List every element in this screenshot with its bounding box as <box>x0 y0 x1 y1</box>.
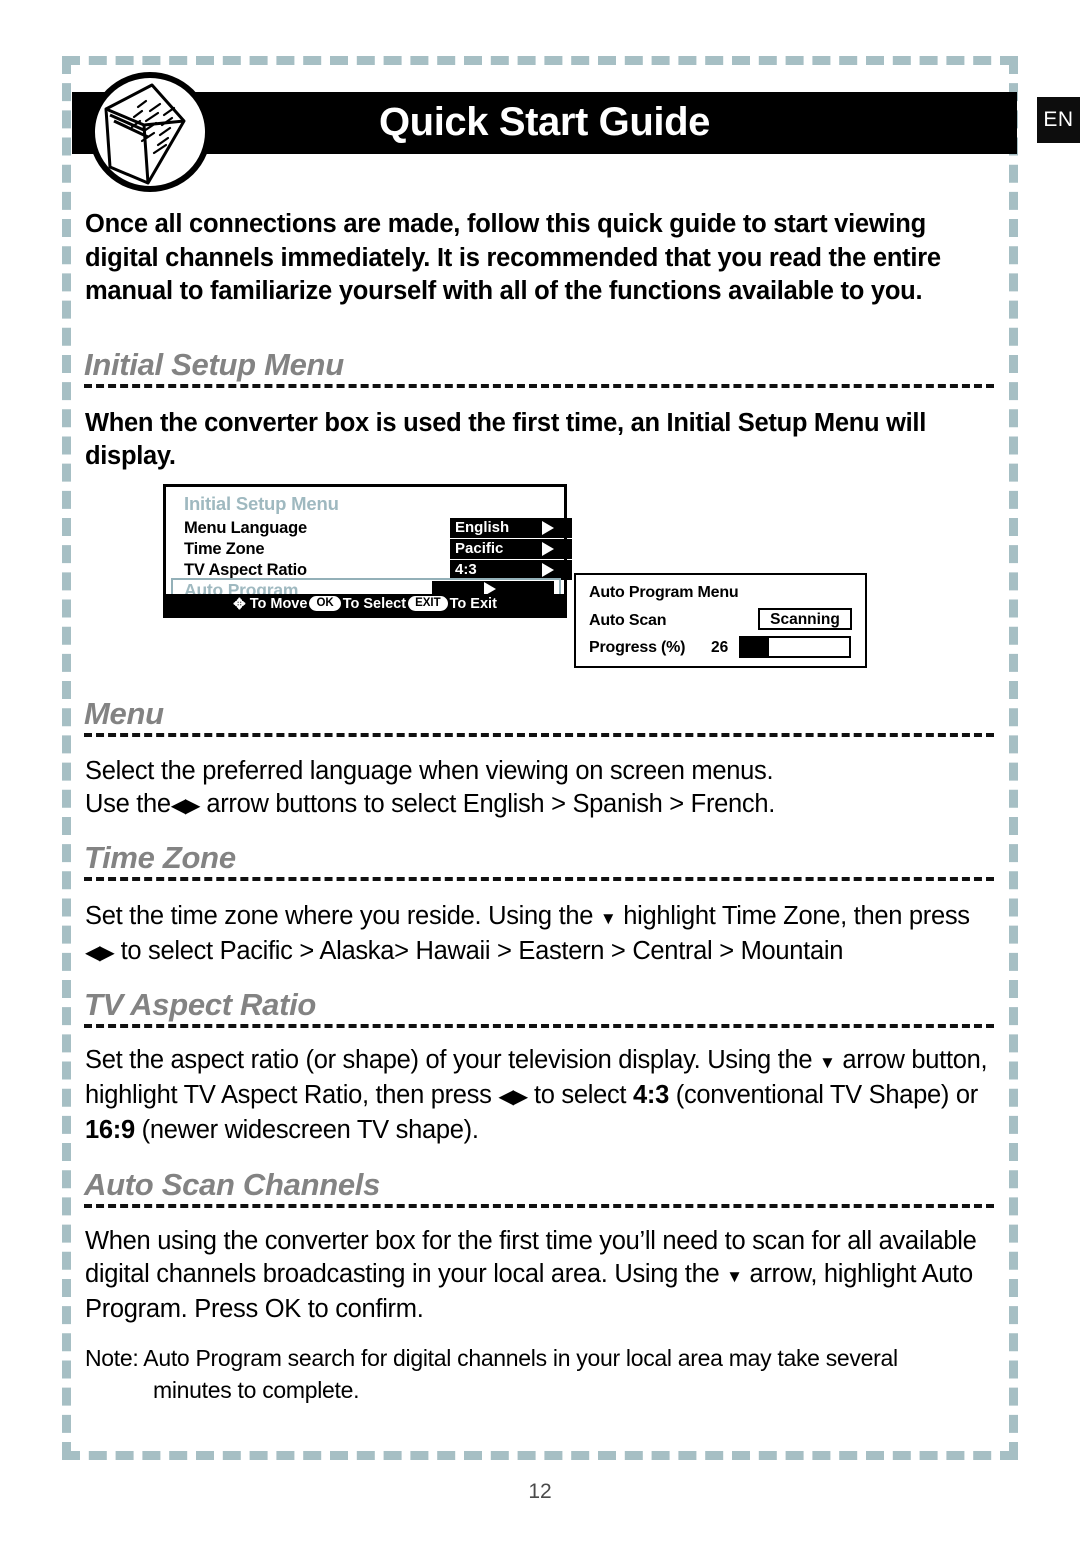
aspect-ratio-4-3: 4:3 <box>633 1081 669 1109</box>
exit-key-icon: EXIT <box>408 596 448 611</box>
section-body-tv-aspect-ratio: Set the aspect ratio (or shape) of your … <box>85 1046 988 1144</box>
osd-progress-label: Progress (%) <box>589 639 686 656</box>
open-book-icon <box>88 71 212 193</box>
section-rule <box>84 733 994 737</box>
hint-exit-text: To Exit <box>449 596 497 612</box>
osd-auto-program-menu: Auto Program Menu Auto Scan Scanning Pro… <box>574 573 867 668</box>
section-heading-label: Auto Scan Channels <box>84 1167 381 1202</box>
menu-body-line-2: Use the◀▶ arrow buttons to select Englis… <box>85 790 776 818</box>
osd-hint-bar: ✥ To Move OK To Select EXIT To Exit <box>166 594 564 615</box>
osd-row-value-text: English <box>455 519 510 536</box>
section-rule <box>84 1024 994 1028</box>
section-heading-label: TV Aspect Ratio <box>84 987 317 1022</box>
hint-select-text: To Select <box>342 596 407 612</box>
chevron-right-icon <box>542 542 554 556</box>
section-heading-auto-scan-channels: Auto Scan Channels <box>84 1168 994 1208</box>
osd-title: Initial Setup Menu <box>184 493 339 514</box>
osd-auto-title: Auto Program Menu <box>589 584 739 601</box>
dpad-icon: ✥ <box>233 596 246 613</box>
osd-row-value[interactable]: English <box>450 518 572 538</box>
section-body-initial-setup-menu: When the converter box is used the first… <box>85 409 926 470</box>
osd-initial-setup-menu: Initial Setup Menu Menu Language English… <box>163 484 572 618</box>
osd-row-value-text: 4:3 <box>455 561 477 578</box>
osd-auto-scan-label: Auto Scan <box>589 612 667 629</box>
note-block: Note: Auto Program search for digital ch… <box>85 1342 1005 1406</box>
osd-auto-scan-status[interactable]: Scanning <box>758 608 852 630</box>
section-heading-time-zone: Time Zone <box>84 841 994 881</box>
section-rule <box>84 877 994 881</box>
section-rule <box>84 1204 994 1208</box>
down-arrow-icon: ▼ <box>726 1267 743 1286</box>
section-rule <box>84 384 994 388</box>
ok-key-icon: OK <box>309 596 341 611</box>
section-body-time-zone: Set the time zone where you reside. Usin… <box>85 902 970 965</box>
page-content: Quick Start Guide EN Once all connection <box>0 0 1080 1567</box>
osd-row-label: Time Zone <box>184 540 265 558</box>
hint-move-text: To Move <box>249 596 308 612</box>
osd-row-value[interactable]: 4:3 <box>450 560 572 580</box>
osd-row-value[interactable]: Pacific <box>450 539 572 559</box>
osd-row-time-zone[interactable]: Time Zone Pacific <box>184 539 572 560</box>
note-line-2: minutes to complete. <box>153 1377 360 1403</box>
osd-row-value-text: Pacific <box>455 540 504 557</box>
note-line-1: Note: Auto Program search for digital ch… <box>85 1345 898 1371</box>
section-heading-label: Time Zone <box>84 840 236 875</box>
section-heading-menu: Menu <box>84 697 994 737</box>
left-right-arrow-icon: ◀▶ <box>170 795 201 817</box>
section-heading-label: Initial Setup Menu <box>84 347 344 382</box>
title-bar: Quick Start Guide <box>72 92 1017 154</box>
menu-body-line-1: Select the preferred language when viewi… <box>85 757 774 785</box>
osd-progress-value: 26 <box>711 639 729 656</box>
section-heading-initial-setup-menu: Initial Setup Menu <box>84 348 994 388</box>
section-heading-label: Menu <box>84 696 164 731</box>
page-number: 12 <box>528 1480 552 1503</box>
left-right-arrow-icon: ◀▶ <box>498 1086 528 1108</box>
page-title: Quick Start Guide <box>378 100 711 144</box>
osd-progress-fill <box>741 638 770 656</box>
down-arrow-icon: ▼ <box>819 1053 836 1072</box>
chevron-right-icon <box>542 563 554 577</box>
section-body-menu: Select the preferred language when viewi… <box>85 755 1005 823</box>
section-heading-tv-aspect-ratio: TV Aspect Ratio <box>84 988 994 1028</box>
osd-progress-bar <box>739 636 851 658</box>
left-right-arrow-icon: ◀▶ <box>85 942 115 964</box>
osd-row-label: Menu Language <box>184 519 307 537</box>
chevron-right-icon <box>542 521 554 535</box>
osd-row-menu-language[interactable]: Menu Language English <box>184 518 572 539</box>
section-body-auto-scan-channels: When using the converter box for the fir… <box>85 1227 977 1323</box>
language-tag-en: EN <box>1037 97 1080 143</box>
down-arrow-icon: ▼ <box>599 909 617 928</box>
aspect-ratio-16-9: 16:9 <box>85 1116 135 1144</box>
intro-paragraph: Once all connections are made, follow th… <box>85 210 941 305</box>
